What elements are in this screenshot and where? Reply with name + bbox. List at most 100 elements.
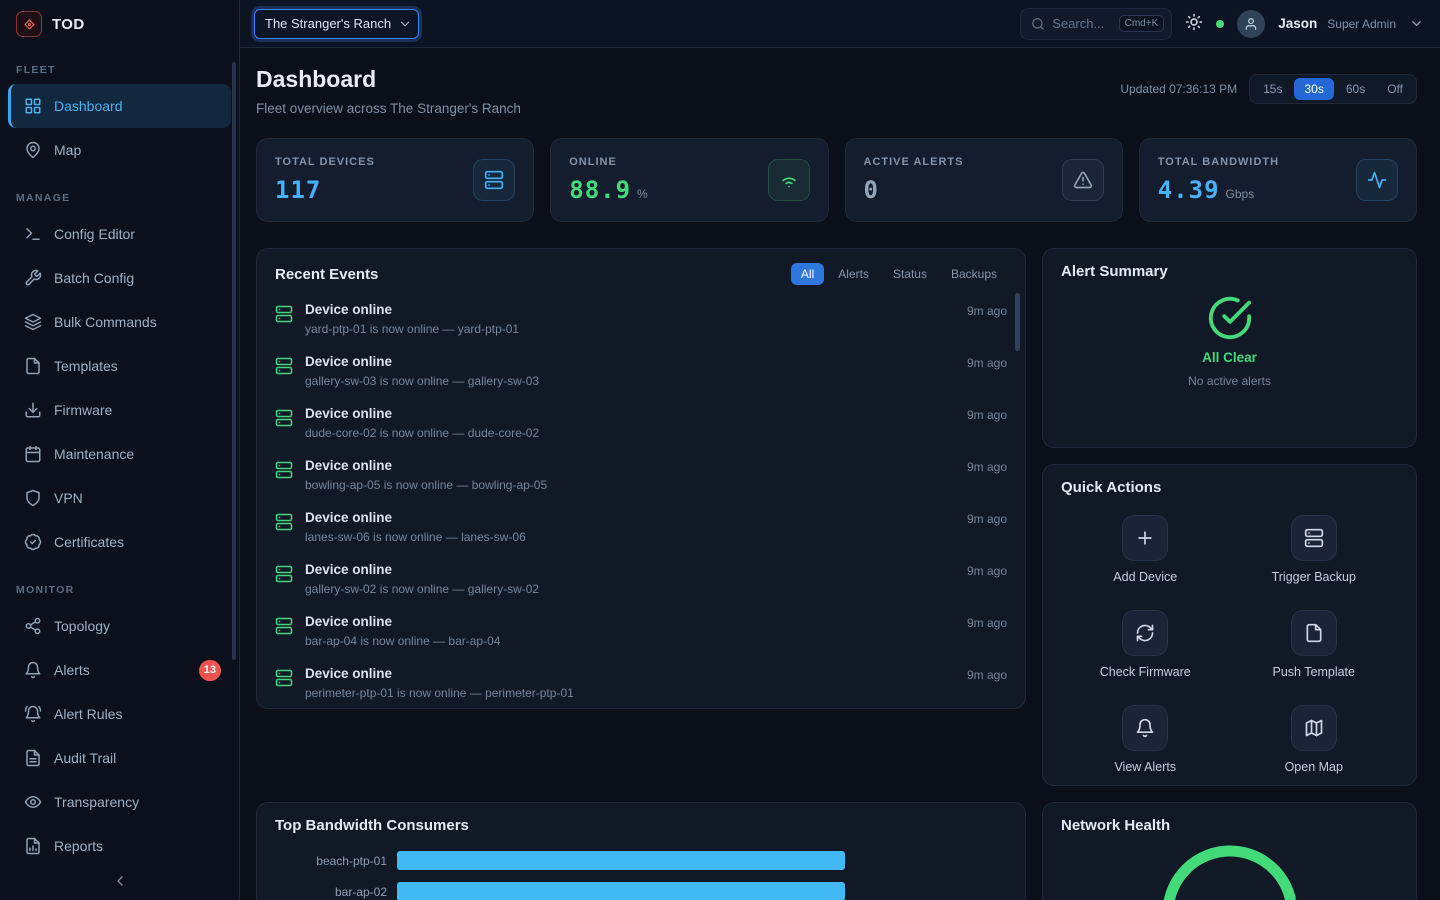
bell-ring-icon — [24, 705, 42, 723]
quick-action-trigger-backup[interactable]: Trigger Backup — [1230, 515, 1399, 584]
alert-status-text: All Clear — [1202, 350, 1257, 365]
event-title: Device online — [305, 458, 955, 473]
event-row[interactable]: Device online bowling-ap-05 is now onlin… — [275, 449, 1007, 501]
left-column: Recent Events All Alerts Status Backups … — [256, 248, 1026, 900]
event-detail: bar-ap-04 is now online — bar-ap-04 — [305, 634, 955, 648]
event-list-scrollbar[interactable] — [1015, 293, 1020, 351]
event-detail: gallery-sw-02 is now online — gallery-sw… — [305, 582, 955, 596]
bw-bar — [397, 851, 845, 870]
event-row[interactable]: Device online yard-ptp-01 is now online … — [275, 293, 1007, 345]
sidebar-item-reports[interactable]: Reports — [8, 824, 231, 862]
quick-action-view-alerts[interactable]: View Alerts — [1061, 705, 1230, 774]
event-detail: perimeter-ptp-01 is now online — perimet… — [305, 686, 955, 700]
server-icon — [275, 565, 293, 583]
quick-action-push-template[interactable]: Push Template — [1230, 610, 1399, 679]
page-title: Dashboard — [256, 66, 521, 93]
user-avatar[interactable] — [1237, 10, 1265, 38]
sidebar-collapse-button[interactable] — [0, 862, 239, 900]
event-title: Device online — [305, 406, 955, 421]
quick-action-check-firmware[interactable]: Check Firmware — [1061, 610, 1230, 679]
event-detail: yard-ptp-01 is now online — yard-ptp-01 — [305, 322, 955, 336]
event-detail: lanes-sw-06 is now online — lanes-sw-06 — [305, 530, 955, 544]
user-menu-chevron-icon[interactable] — [1409, 16, 1424, 31]
terminal-icon — [24, 225, 42, 243]
gem-icon — [22, 17, 37, 32]
event-row[interactable]: Device online gallery-sw-03 is now onlin… — [275, 345, 1007, 397]
event-title: Device online — [305, 510, 955, 525]
top-bandwidth-title: Top Bandwidth Consumers — [275, 817, 469, 834]
sidebar-item-templates[interactable]: Templates — [8, 344, 231, 388]
refresh-option-30s[interactable]: 30s — [1294, 78, 1333, 100]
server-icon — [275, 513, 293, 531]
refresh-icon — [1122, 610, 1168, 656]
bandwidth-row: bar-ap-02 — [275, 882, 1007, 900]
search-shortcut-hint: Cmd+K — [1119, 15, 1165, 32]
stat-label: TOTAL BANDWIDTH — [1158, 156, 1279, 168]
sidebar-scrollbar[interactable] — [232, 62, 236, 660]
shield-icon — [24, 489, 42, 507]
quick-action-open-map[interactable]: Open Map — [1230, 705, 1399, 774]
search-box[interactable]: Cmd+K — [1020, 8, 1172, 40]
sidebar-item-label: Certificates — [54, 534, 124, 550]
activity-icon — [1356, 159, 1398, 201]
share-network-icon — [24, 617, 42, 635]
sidebar-item-topology[interactable]: Topology — [8, 604, 231, 648]
stat-label: ONLINE — [569, 156, 647, 168]
quick-actions-card: Quick Actions Add Device Trigger Backup — [1042, 464, 1417, 786]
site-selector[interactable]: The Stranger's Ranch — [254, 9, 419, 39]
search-input[interactable] — [1052, 16, 1111, 31]
sidebar-item-label: Topology — [54, 618, 110, 634]
refresh-option-off[interactable]: Off — [1377, 78, 1413, 100]
sidebar-item-config-editor[interactable]: Config Editor — [8, 212, 231, 256]
stat-value: 88.9 — [569, 176, 631, 204]
sidebar-item-batch-config[interactable]: Batch Config — [8, 256, 231, 300]
alerts-count-badge: 13 — [199, 660, 221, 681]
event-time: 9m ago — [967, 460, 1007, 474]
sidebar-nav: FLEET Dashboard Map MANAGE Config Editor… — [0, 48, 239, 862]
sidebar-item-bulk-commands[interactable]: Bulk Commands — [8, 300, 231, 344]
map-pin-icon — [24, 141, 42, 159]
topbar-right: Cmd+K Jason Super Admin — [1020, 8, 1424, 40]
filter-backups[interactable]: Backups — [941, 263, 1007, 285]
refresh-option-15s[interactable]: 15s — [1253, 78, 1292, 100]
brand: TOD — [0, 0, 239, 48]
stat-active-alerts: ACTIVE ALERTS 0 — [845, 138, 1123, 222]
event-title: Device online — [305, 614, 955, 629]
sidebar-item-vpn[interactable]: VPN — [8, 476, 231, 520]
filter-status[interactable]: Status — [883, 263, 937, 285]
sidebar-item-alert-rules[interactable]: Alert Rules — [8, 692, 231, 736]
sidebar-item-map[interactable]: Map — [8, 128, 231, 172]
event-row[interactable]: Device online bar-ap-04 is now online — … — [275, 605, 1007, 657]
server-icon — [275, 669, 293, 687]
sidebar-item-maintenance[interactable]: Maintenance — [8, 432, 231, 476]
filter-all[interactable]: All — [791, 263, 824, 285]
sidebar-item-label: Bulk Commands — [54, 314, 157, 330]
sidebar-item-label: Templates — [54, 358, 118, 374]
event-row[interactable]: Device online dude-core-02 is now online… — [275, 397, 1007, 449]
network-health-gauge — [1160, 843, 1300, 900]
refresh-option-60s[interactable]: 60s — [1336, 78, 1375, 100]
quick-action-add-device[interactable]: Add Device — [1061, 515, 1230, 584]
sidebar-item-certificates[interactable]: Certificates — [8, 520, 231, 564]
page-subtitle: Fleet overview across The Stranger's Ran… — [256, 101, 521, 116]
stat-total-devices: TOTAL DEVICES 117 — [256, 138, 534, 222]
right-column: Alert Summary All Clear No active alerts… — [1042, 248, 1417, 900]
filter-alerts[interactable]: Alerts — [828, 263, 879, 285]
brand-name: TOD — [52, 16, 85, 33]
sidebar-item-dashboard[interactable]: Dashboard — [8, 84, 231, 128]
sidebar-item-firmware[interactable]: Firmware — [8, 388, 231, 432]
theme-toggle-button[interactable] — [1185, 13, 1203, 34]
check-circle-icon — [1207, 295, 1253, 341]
sidebar-item-transparency[interactable]: Transparency — [8, 780, 231, 824]
event-row[interactable]: Device online perimeter-ptp-01 is now on… — [275, 657, 1007, 709]
event-row[interactable]: Device online gallery-sw-02 is now onlin… — [275, 553, 1007, 605]
stat-value: 4.39 — [1158, 176, 1220, 204]
sidebar-item-audit-trail[interactable]: Audit Trail — [8, 736, 231, 780]
sidebar-item-alerts[interactable]: Alerts 13 — [8, 648, 231, 692]
main-area: The Stranger's Ranch Cmd+K Jason S — [240, 0, 1440, 900]
server-icon — [275, 305, 293, 323]
stat-value: 117 — [275, 176, 321, 204]
sidebar-item-label: Maintenance — [54, 446, 134, 462]
event-row[interactable]: Device online lanes-sw-06 is now online … — [275, 501, 1007, 553]
event-time: 9m ago — [967, 616, 1007, 630]
